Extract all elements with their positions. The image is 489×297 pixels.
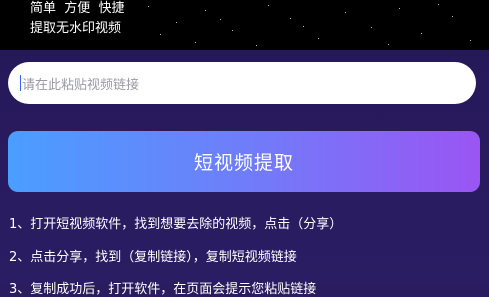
star-decoration <box>452 16 453 17</box>
star-decoration <box>268 5 269 6</box>
text-caret <box>20 75 21 91</box>
star-decoration <box>256 45 257 46</box>
star-decoration <box>371 27 372 28</box>
tagline-features: 简单 方便 快捷 <box>30 1 125 16</box>
star-decoration <box>421 33 422 34</box>
star-decoration <box>290 18 291 19</box>
star-decoration <box>388 44 389 45</box>
link-input[interactable]: 请在此粘贴视频链接 <box>8 62 476 104</box>
star-decoration <box>318 38 319 39</box>
star-decoration <box>399 8 400 9</box>
instruction-step-2: 2、点击分享，找到（复制链接），复制短视频链接 <box>9 250 297 265</box>
star-decoration <box>160 34 161 35</box>
star-decoration <box>220 19 221 20</box>
star-decoration <box>303 26 304 27</box>
tagline-sub: 提取无水印视频 <box>30 21 122 36</box>
star-decoration <box>176 22 177 23</box>
star-decoration <box>148 6 149 7</box>
star-decoration <box>470 40 471 41</box>
instruction-step-3: 3、复制成功后，打开软件，在页面会提示您粘贴链接 <box>9 282 317 297</box>
extract-button[interactable]: 短视频提取 <box>8 131 480 192</box>
star-decoration <box>232 30 233 31</box>
instruction-step-1: 1、打开短视频软件，找到想要去除的视频，点击（分享） <box>9 217 343 232</box>
star-decoration <box>438 4 439 5</box>
link-input-placeholder: 请在此粘贴视频链接 <box>22 77 140 93</box>
star-decoration <box>345 12 346 13</box>
main-panel: 请在此粘贴视频链接 短视频提取 1、打开短视频软件，找到想要去除的视频，点击（分… <box>0 50 489 297</box>
star-decoration <box>195 42 196 43</box>
header-banner: 简单 方便 快捷 提取无水印视频 <box>0 0 489 50</box>
star-decoration <box>205 10 206 11</box>
